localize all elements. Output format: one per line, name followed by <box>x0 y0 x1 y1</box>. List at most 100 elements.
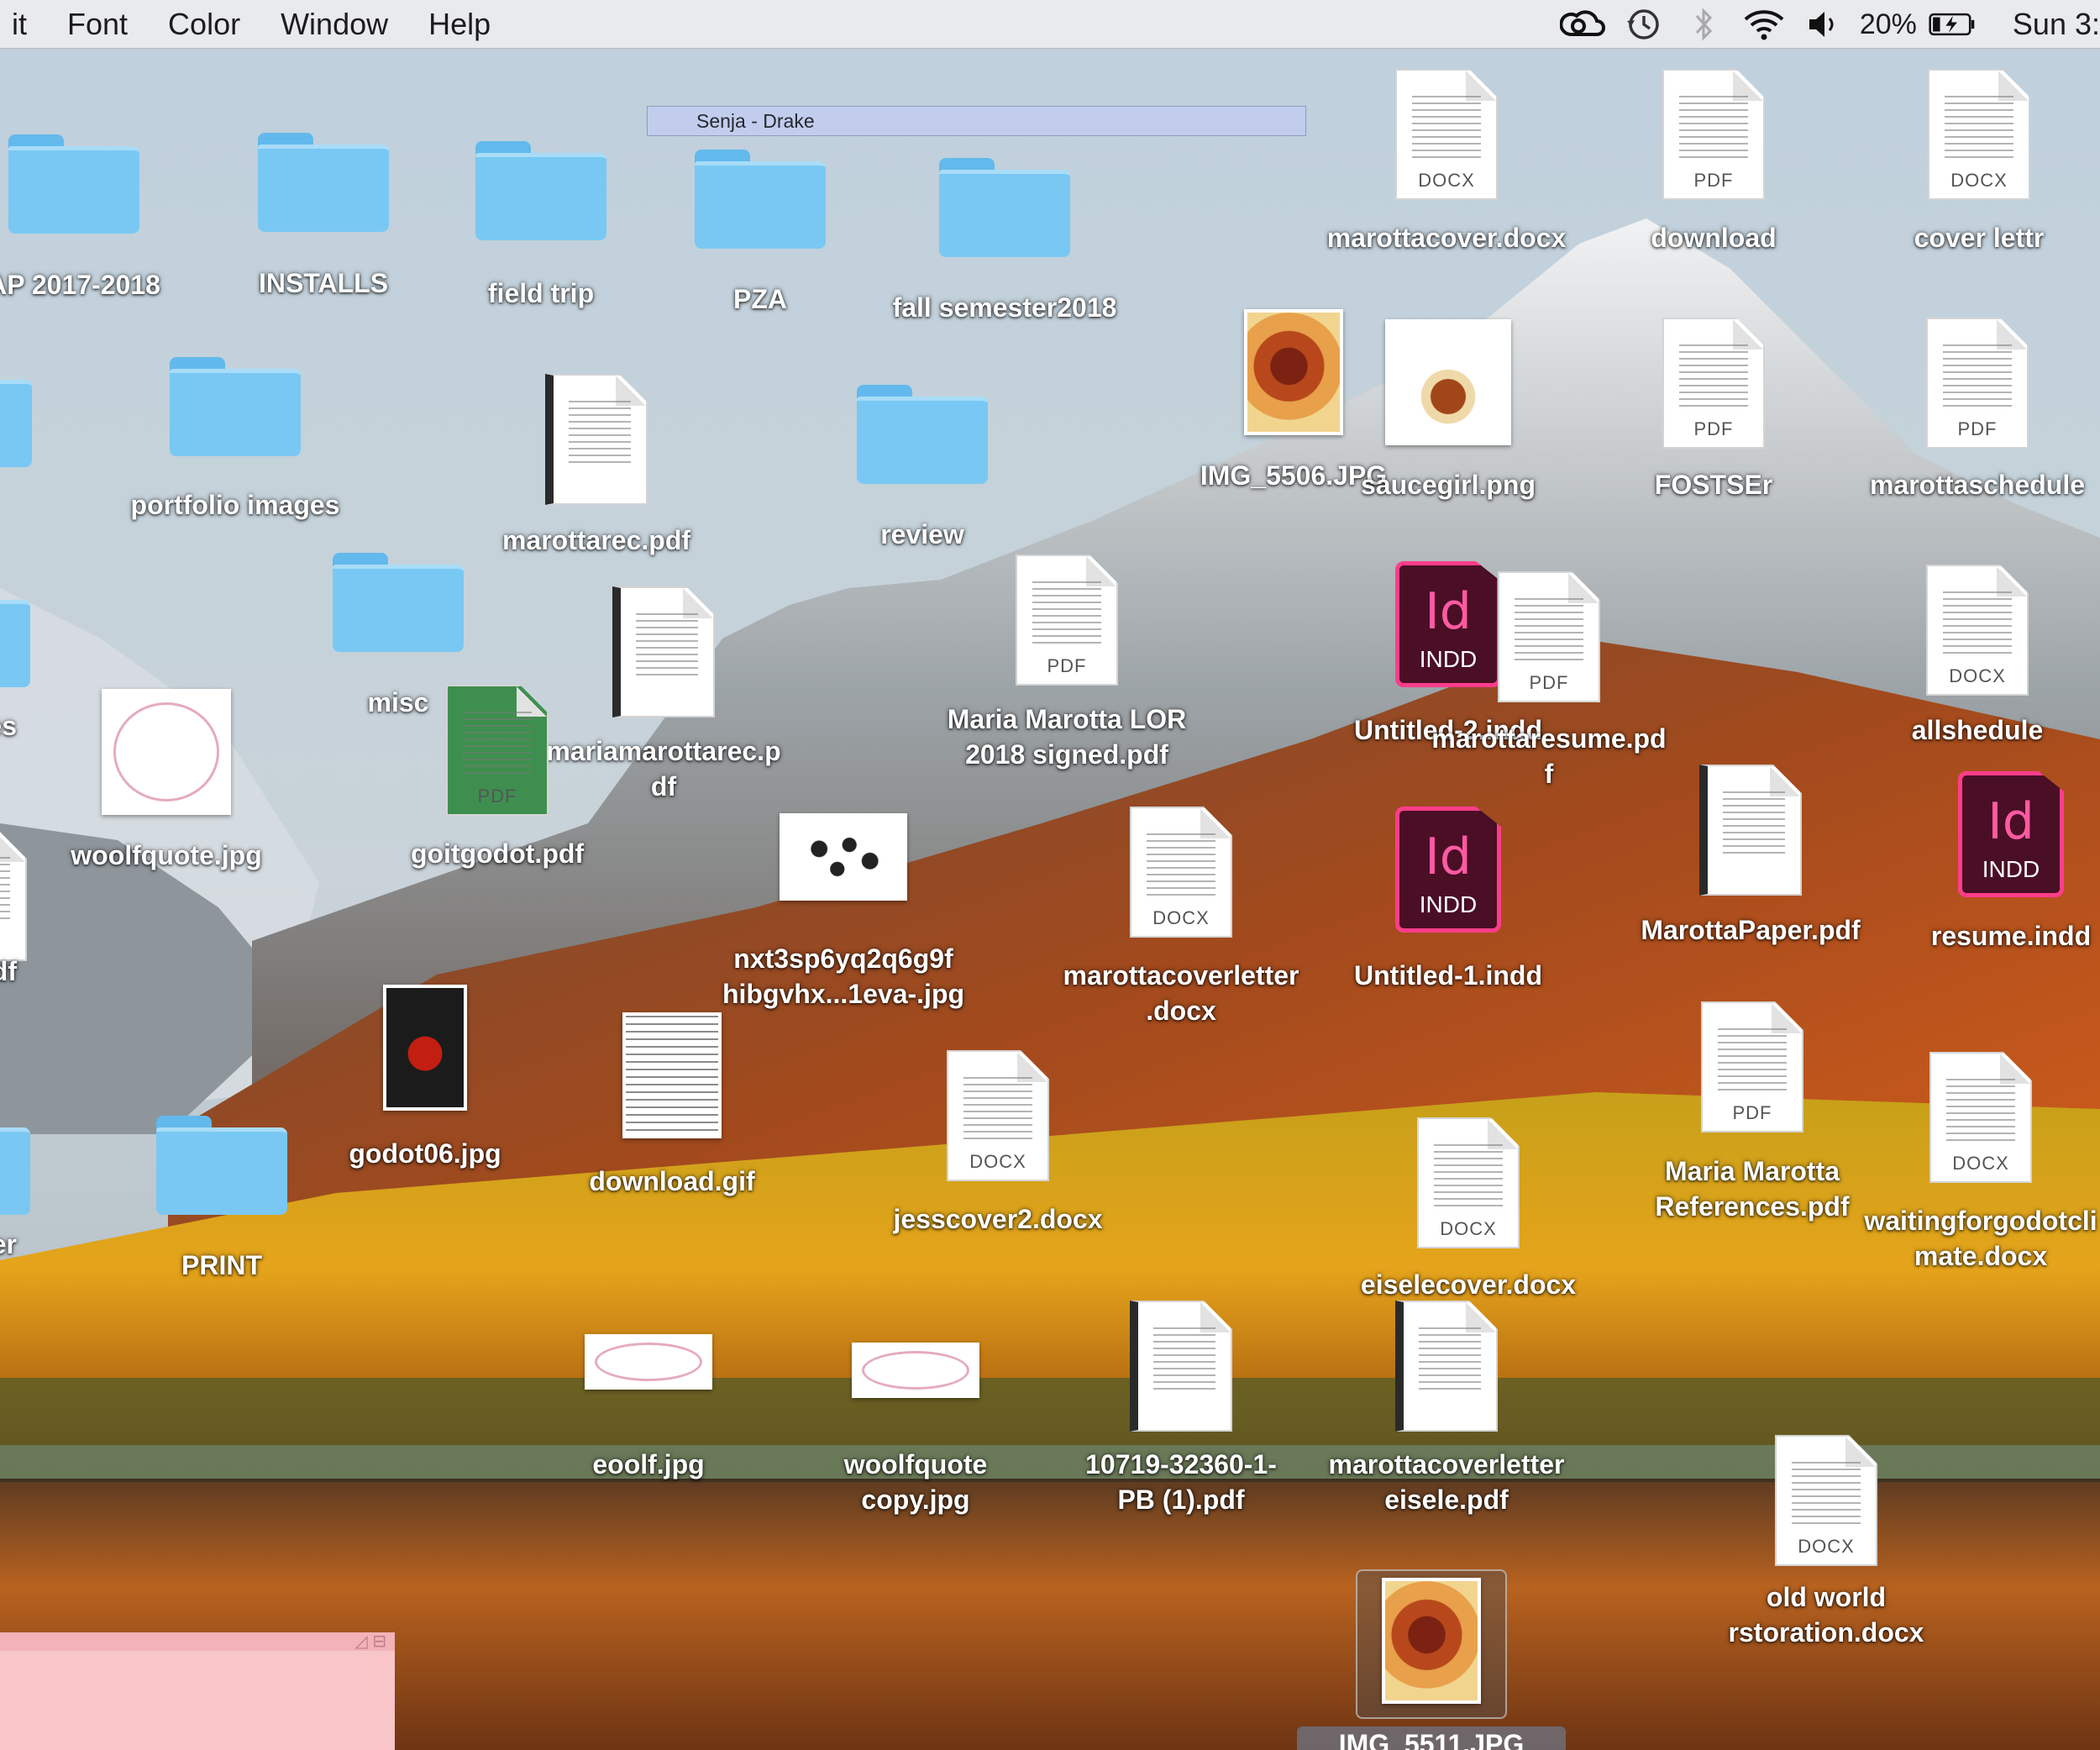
file-extension: DOCX <box>1952 1153 2009 1174</box>
desktop-icon-eiselecover-docx[interactable]: DOCX eiselecover.docx <box>1361 0 1576 1300</box>
menu-color[interactable]: Color <box>148 0 260 49</box>
file-extension: PDF <box>1693 170 1734 191</box>
desktop-icon-label: waitingforgodotcli mate.docx <box>1864 1206 2097 1271</box>
menu-window[interactable]: Window <box>260 0 408 49</box>
bluetooth-icon[interactable] <box>1680 0 1727 49</box>
file-extension: PDF <box>477 786 517 807</box>
sticky-note-controls-icon[interactable]: ◿ ⊟ <box>354 1632 386 1651</box>
desktop-icon-godot06-jpg[interactable]: godot06.jpg <box>349 0 501 1169</box>
file-extension: PDF <box>1529 672 1569 693</box>
text-lines <box>1147 833 1215 901</box>
file-extension: DOCX <box>969 1151 1026 1172</box>
desktop-icon-label: jesscover2.docx <box>893 1204 1103 1234</box>
folder-body <box>695 161 826 249</box>
folder-icon <box>156 1116 287 1215</box>
desktop-icon-resume-indd[interactable]: Id INDD resume.indd <box>1931 0 2091 951</box>
desktop-icon-label: cover lettr <box>1914 223 2045 253</box>
time-machine-icon[interactable] <box>1620 0 1667 49</box>
desktop-icon-misc[interactable]: misc <box>333 0 464 717</box>
desktop-icon-label: godot06.jpg <box>349 1138 501 1169</box>
file-extension: INDD <box>1419 891 1478 917</box>
text-lines <box>569 401 631 468</box>
desktop-icon-label: fall semester2018 <box>892 292 1117 323</box>
battery-charging-icon[interactable] <box>1929 0 1976 49</box>
folder-body <box>857 397 988 484</box>
menu-list: it Font Color Window Help <box>0 0 511 48</box>
file-extension: PDF <box>1693 418 1734 439</box>
desktop-icon-label: review <box>880 519 964 549</box>
file-extension: PDF <box>1732 1102 1772 1123</box>
desktop-icon-pza[interactable]: PZA <box>695 0 826 314</box>
desktop-icon-marottaresume-pd-f[interactable]: PDF marottaresume.pd f <box>1431 0 1667 789</box>
desktop-icon-field-trip[interactable]: field trip <box>475 0 606 308</box>
desktop-icon-label: t.pdf <box>0 956 17 986</box>
indesign-file-icon: Id INDD <box>1395 561 1501 687</box>
document-icon: DOCX <box>1929 1052 2032 1183</box>
indesign-logo-icon: Id <box>1425 582 1472 641</box>
text-lines <box>1434 1144 1503 1211</box>
folder-body <box>475 153 606 240</box>
document-icon: PDF <box>1662 69 1765 200</box>
desktop-icon-cover-lettr[interactable]: DOCX cover lettr <box>1914 0 2044 253</box>
text-lines <box>963 1077 1032 1144</box>
desktop-icon-jesscover2-docx[interactable]: DOCX jesscover2.docx <box>893 0 1103 1234</box>
desktop-icon-portfolio-images[interactable]: portfolio images <box>131 0 339 520</box>
desktop-icon-10719-32360-1-pb-1-pdf[interactable]: 10719-32360-1- PB (1).pdf <box>1085 0 1277 1515</box>
desktop-icon-untitled-1-indd[interactable]: Id INDD Untitled-1.indd <box>1354 0 1542 991</box>
menu-font[interactable]: Font <box>47 0 148 49</box>
desktop-icon-marottacoverletter-eisele-pdf[interactable]: marottacoverletter eisele.pdf <box>1329 0 1565 1515</box>
text-lines <box>1419 1327 1481 1395</box>
menu-help[interactable]: Help <box>408 0 511 49</box>
desktop-icon-img-5511-jpg[interactable]: IMG_5511.JPG <box>1297 0 1566 1750</box>
creative-cloud-icon[interactable] <box>1559 0 1606 49</box>
document-icon: DOCX <box>947 1050 1049 1181</box>
desktop-icon-review[interactable]: review <box>857 0 988 549</box>
desktop-icon-installs[interactable]: INSTALLS <box>258 0 389 298</box>
folder-body <box>170 369 301 456</box>
desktop-icon-maria-marotta-references-pdf[interactable]: PDF Maria Marotta References.pdf <box>1655 0 1850 1222</box>
folder-body <box>0 1127 30 1215</box>
desktop-icon-label: old world rstoration.docx <box>1728 1582 1924 1648</box>
desktop-icon-waitingforgodotcli-mate-docx[interactable]: DOCX waitingforgodotcli mate.docx <box>1864 0 2097 1271</box>
desktop-icon-label: allshedule <box>1911 715 2044 745</box>
text-lines <box>1945 96 2013 163</box>
folder-body <box>8 146 139 234</box>
desktop-icon-goitgodot-pdf[interactable]: PDF goitgodot.pdf <box>411 0 584 869</box>
desktop-icon-maria-marotta-lor-2018-signed-pdf[interactable]: PDF Maria Marotta LOR 2018 signed.pdf <box>948 0 1186 770</box>
desktop-icon-label: saucegirl.png <box>1360 470 1536 500</box>
text-lines <box>463 712 532 779</box>
desktop-icon-label: 10719-32360-1- PB (1).pdf <box>1085 1449 1277 1515</box>
menu-edit[interactable]: it <box>0 0 47 49</box>
desktop-icon-nxt3sp6yq2q6g9f-hibgvhx-1eva-jpg[interactable]: nxt3sp6yq2q6g9f hibgvhx...1eva-.jpg <box>722 0 964 1009</box>
text-lines <box>1679 96 1748 163</box>
text-lines <box>1153 1327 1215 1395</box>
document-icon: PDF <box>1662 318 1765 449</box>
desktop-icon-print[interactable]: PRINT <box>156 0 287 1280</box>
indesign-file-icon: Id INDD <box>1395 807 1501 933</box>
desktop-icon-label: PZA <box>733 284 787 314</box>
menu-clock[interactable]: Sun 3: <box>2013 7 2100 42</box>
desktop-icon-er[interactable]: er <box>0 0 30 1259</box>
image-thumbnail-icon <box>383 985 467 1111</box>
text-lines <box>1412 96 1481 163</box>
desktop-icon-allshedule[interactable]: DOCX allshedule <box>1912 0 2043 745</box>
document-icon: DOCX <box>1417 1117 1520 1248</box>
desktop-icon-woolfquote-jpg[interactable]: woolfquote.jpg <box>71 0 262 870</box>
desktop-icon-eoolf-jpg[interactable]: eoolf.jpg <box>585 0 712 1479</box>
desktop-icon-old-world-rstoration-docx[interactable]: DOCX old world rstoration.docx <box>1729 0 1924 1648</box>
text-lines <box>1723 791 1785 859</box>
folder-body <box>258 145 389 232</box>
text-lines <box>636 613 698 681</box>
now-playing-bar[interactable]: Senja - Drake <box>647 106 1306 136</box>
wifi-icon[interactable] <box>1740 0 1788 49</box>
desktop-icon-ap-2017-2018[interactable]: AP 2017-2018 <box>0 0 160 300</box>
folder-icon <box>0 588 30 687</box>
file-extension: DOCX <box>1798 1536 1855 1557</box>
desktop-icon-marottarec-pdf[interactable]: marottarec.pdf <box>502 0 690 555</box>
desktop-icon-download-gif[interactable]: download.gif <box>589 0 755 1196</box>
decorative-ring <box>862 1351 969 1390</box>
sticky-note[interactable]: ◿ ⊟ <box>0 1632 395 1750</box>
text-lines <box>1679 344 1748 412</box>
folder-icon <box>8 134 139 234</box>
volume-icon[interactable] <box>1801 0 1848 49</box>
